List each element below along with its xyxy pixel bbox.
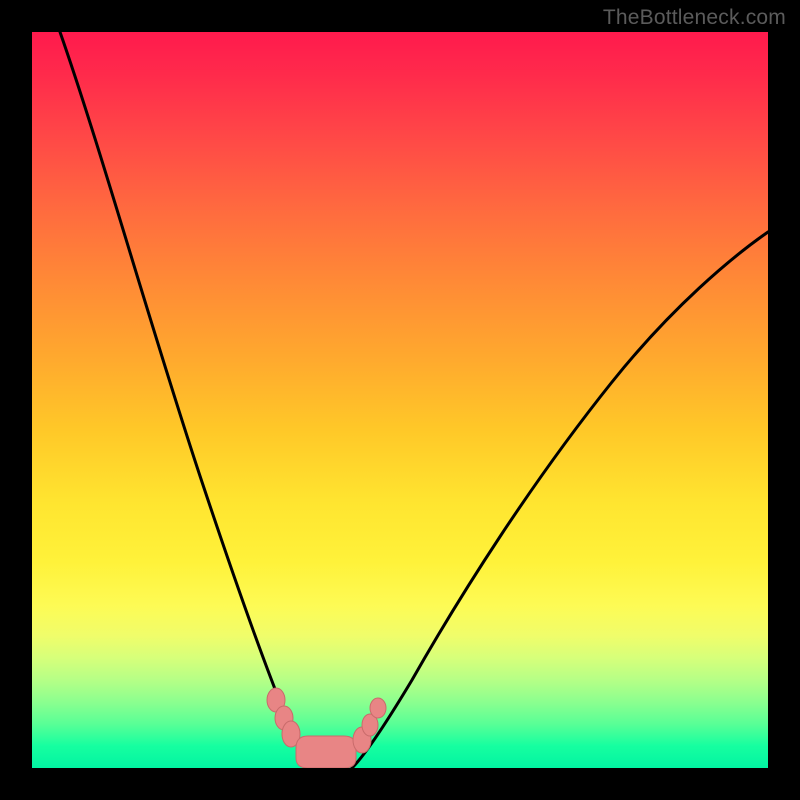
threshold-marker-bottom — [296, 736, 356, 768]
threshold-marker-group — [267, 688, 386, 768]
right-curve-path — [352, 232, 768, 768]
plot-area — [32, 32, 768, 768]
threshold-marker — [370, 698, 386, 718]
watermark-text: TheBottleneck.com — [603, 6, 786, 30]
chart-frame: TheBottleneck.com — [0, 0, 800, 800]
left-curve-path — [60, 32, 324, 768]
curve-layer — [32, 32, 768, 768]
